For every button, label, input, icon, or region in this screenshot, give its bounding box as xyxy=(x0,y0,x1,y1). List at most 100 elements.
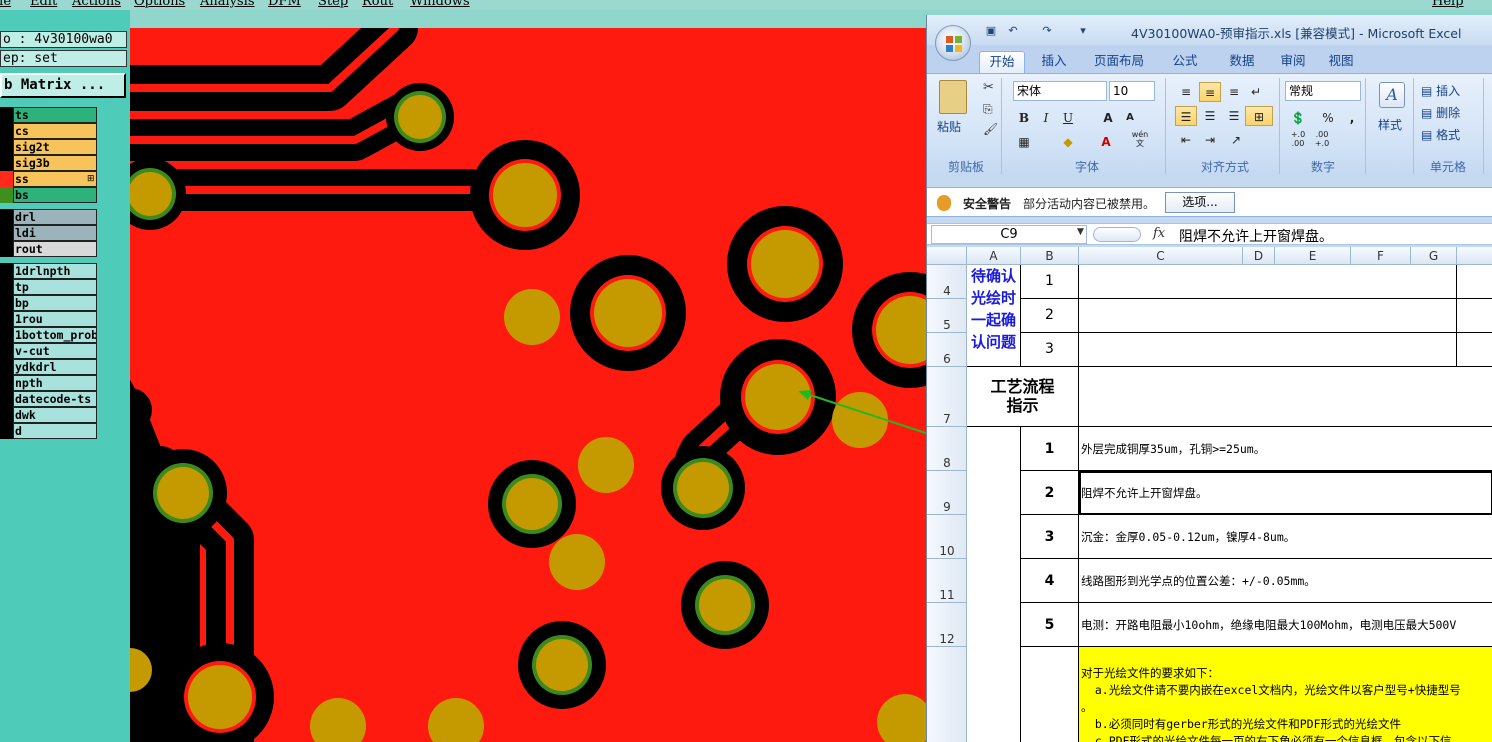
layer-color-swatch[interactable] xyxy=(0,263,13,279)
qat-dropdown-icon[interactable]: ▾ xyxy=(1075,24,1091,38)
name-box-dropdown-icon[interactable]: ▼ xyxy=(1077,227,1084,237)
section-2-column-a[interactable] xyxy=(967,427,1021,742)
column-header-f[interactable]: F xyxy=(1351,247,1411,265)
format-cells-button[interactable]: ▤ 格式 xyxy=(1421,126,1460,143)
format-painter-icon[interactable]: 🖌 xyxy=(983,122,998,136)
align-center-icon[interactable]: ☰ xyxy=(1199,106,1221,126)
delete-cells-button[interactable]: ▤ 删除 xyxy=(1421,104,1460,121)
layer-color-swatch[interactable] xyxy=(0,241,13,257)
layer-color-swatch[interactable] xyxy=(0,311,13,327)
office-button[interactable] xyxy=(935,25,971,61)
menu-item-actions[interactable]: Actions xyxy=(72,0,121,9)
layer-row-bp[interactable]: bp xyxy=(0,295,100,311)
item-number-5[interactable]: 5 xyxy=(1021,603,1079,647)
layer-name[interactable]: d xyxy=(13,423,97,439)
phonetic-button[interactable]: wén 文 xyxy=(1127,130,1153,150)
section-1-cell-c5[interactable] xyxy=(1079,299,1457,333)
matrix-button[interactable]: b Matrix ... xyxy=(0,73,126,98)
layer-color-swatch[interactable] xyxy=(0,295,13,311)
notes-cell[interactable]: 对于光绘文件的要求如下： a.光绘文件请不要内嵌在excel文档内，光绘文件以客… xyxy=(1079,647,1492,742)
section-1-cell-h4[interactable] xyxy=(1457,265,1492,299)
layer-row-1bottom_prob[interactable]: 1bottom_prob xyxy=(0,327,100,343)
row-header-10[interactable]: 10 xyxy=(927,515,967,559)
shrink-font-button[interactable]: A xyxy=(1119,108,1141,128)
name-box[interactable]: C9 xyxy=(931,225,1087,244)
orientation-icon[interactable]: ↗ xyxy=(1225,130,1247,150)
layer-color-swatch[interactable] xyxy=(0,407,13,423)
section-1-num-1[interactable]: 1 xyxy=(1021,265,1079,299)
styles-icon[interactable]: A xyxy=(1379,82,1405,108)
section-1-cell-c4[interactable] xyxy=(1079,265,1457,299)
save-icon[interactable]: ▣ xyxy=(983,24,999,38)
row-header-7[interactable]: 7 xyxy=(927,367,967,427)
section-1-num-2[interactable]: 2 xyxy=(1021,299,1079,333)
layer-row-sig2t[interactable]: sig2t xyxy=(0,139,100,155)
layer-row-datecode-ts[interactable]: datecode-ts xyxy=(0,391,100,407)
layer-color-swatch[interactable] xyxy=(0,359,13,375)
bold-button[interactable]: B xyxy=(1013,108,1035,128)
item-number-3[interactable]: 3 xyxy=(1021,515,1079,559)
paste-icon[interactable] xyxy=(939,80,967,114)
layer-color-swatch[interactable] xyxy=(0,107,13,123)
item-number-4[interactable]: 4 xyxy=(1021,559,1079,603)
column-header-e[interactable]: E xyxy=(1275,247,1351,265)
layer-row-ydkdrl[interactable]: ydkdrl xyxy=(0,359,100,375)
tab-5[interactable]: 审阅 xyxy=(1271,51,1315,73)
tab-3[interactable]: 公式 xyxy=(1163,51,1207,73)
layer-name[interactable]: bp xyxy=(13,295,97,311)
tab-4[interactable]: 数据 xyxy=(1219,51,1265,73)
layer-color-swatch[interactable] xyxy=(0,279,13,295)
worksheet-grid[interactable]: A B C D E F G 4 5 6 7 8 9 10 11 12 待确认 光绘时 一起确 认问题 1 2 3 工艺流程 指示… xyxy=(927,247,1492,742)
align-right-icon[interactable]: ☰ xyxy=(1223,106,1245,126)
layer-name[interactable]: 1drlnpth xyxy=(13,263,97,279)
menu-item-file[interactable]: File xyxy=(0,0,11,9)
font-color-icon[interactable]: A xyxy=(1095,132,1117,152)
layer-name[interactable]: sig2t xyxy=(13,139,97,155)
item-text-2[interactable]: 阻焊不允许上开窗焊盘。 xyxy=(1079,471,1492,515)
align-top-icon[interactable]: ≡ xyxy=(1175,82,1197,102)
borders-icon[interactable]: ▦ xyxy=(1013,132,1035,152)
layer-row-bs[interactable]: bs xyxy=(0,187,100,203)
section-1-cell-c6[interactable] xyxy=(1079,333,1457,367)
font-size-select[interactable]: 10 xyxy=(1109,81,1155,101)
layer-name[interactable]: 1rou xyxy=(13,311,97,327)
layer-row-drl[interactable]: drl xyxy=(0,209,100,225)
layer-color-swatch[interactable] xyxy=(0,343,13,359)
layer-row-tp[interactable]: tp xyxy=(0,279,100,295)
menu-item-options[interactable]: Options xyxy=(134,0,185,9)
menu-item-windows[interactable]: Windows xyxy=(410,0,470,9)
section-1-cell-h5[interactable] xyxy=(1457,299,1492,333)
layer-name[interactable]: dwk xyxy=(13,407,97,423)
row-header-8[interactable]: 8 xyxy=(927,427,967,471)
layer-name[interactable]: rout xyxy=(13,241,97,257)
insert-function-icon[interactable]: fx xyxy=(1153,226,1165,241)
tab-0[interactable]: 开始 xyxy=(979,51,1025,73)
item-text-4[interactable]: 线路图形到光学点的位置公差：+/-0.05mm。 xyxy=(1079,559,1492,603)
layer-color-swatch[interactable] xyxy=(0,171,13,187)
section-1-num-3[interactable]: 3 xyxy=(1021,333,1079,367)
menu-item-step[interactable]: Step xyxy=(318,0,348,9)
menu-item-rout[interactable]: Rout xyxy=(362,0,393,9)
cut-icon[interactable]: ✂ xyxy=(983,80,994,95)
tab-6[interactable]: 视图 xyxy=(1319,51,1363,73)
layer-row-cs[interactable]: cs xyxy=(0,123,100,139)
layer-name[interactable]: ss xyxy=(13,171,97,187)
row-header-4[interactable]: 4 xyxy=(927,265,967,299)
paste-button[interactable]: 粘贴 xyxy=(937,118,961,135)
row-header-12[interactable]: 12 xyxy=(927,603,967,647)
merge-center-icon[interactable]: ⊞ xyxy=(1245,106,1273,126)
layer-row-sig3b[interactable]: sig3b xyxy=(0,155,100,171)
layer-color-swatch[interactable] xyxy=(0,423,13,439)
layer-color-swatch[interactable] xyxy=(0,391,13,407)
insert-cells-button[interactable]: ▤ 插入 xyxy=(1421,82,1460,99)
percent-button[interactable]: % xyxy=(1317,108,1339,128)
layer-row-v-cut[interactable]: v-cut xyxy=(0,343,100,359)
layer-row-npth[interactable]: npth xyxy=(0,375,100,391)
align-left-icon[interactable]: ☰ xyxy=(1175,106,1197,126)
fill-color-icon[interactable]: ◆ xyxy=(1057,132,1079,152)
layer-color-swatch[interactable] xyxy=(0,327,13,343)
menu-item-analysis[interactable]: Analysis xyxy=(200,0,255,9)
layer-color-swatch[interactable] xyxy=(0,155,13,171)
column-header-a[interactable]: A xyxy=(967,247,1021,265)
underline-button[interactable]: U xyxy=(1057,108,1079,128)
